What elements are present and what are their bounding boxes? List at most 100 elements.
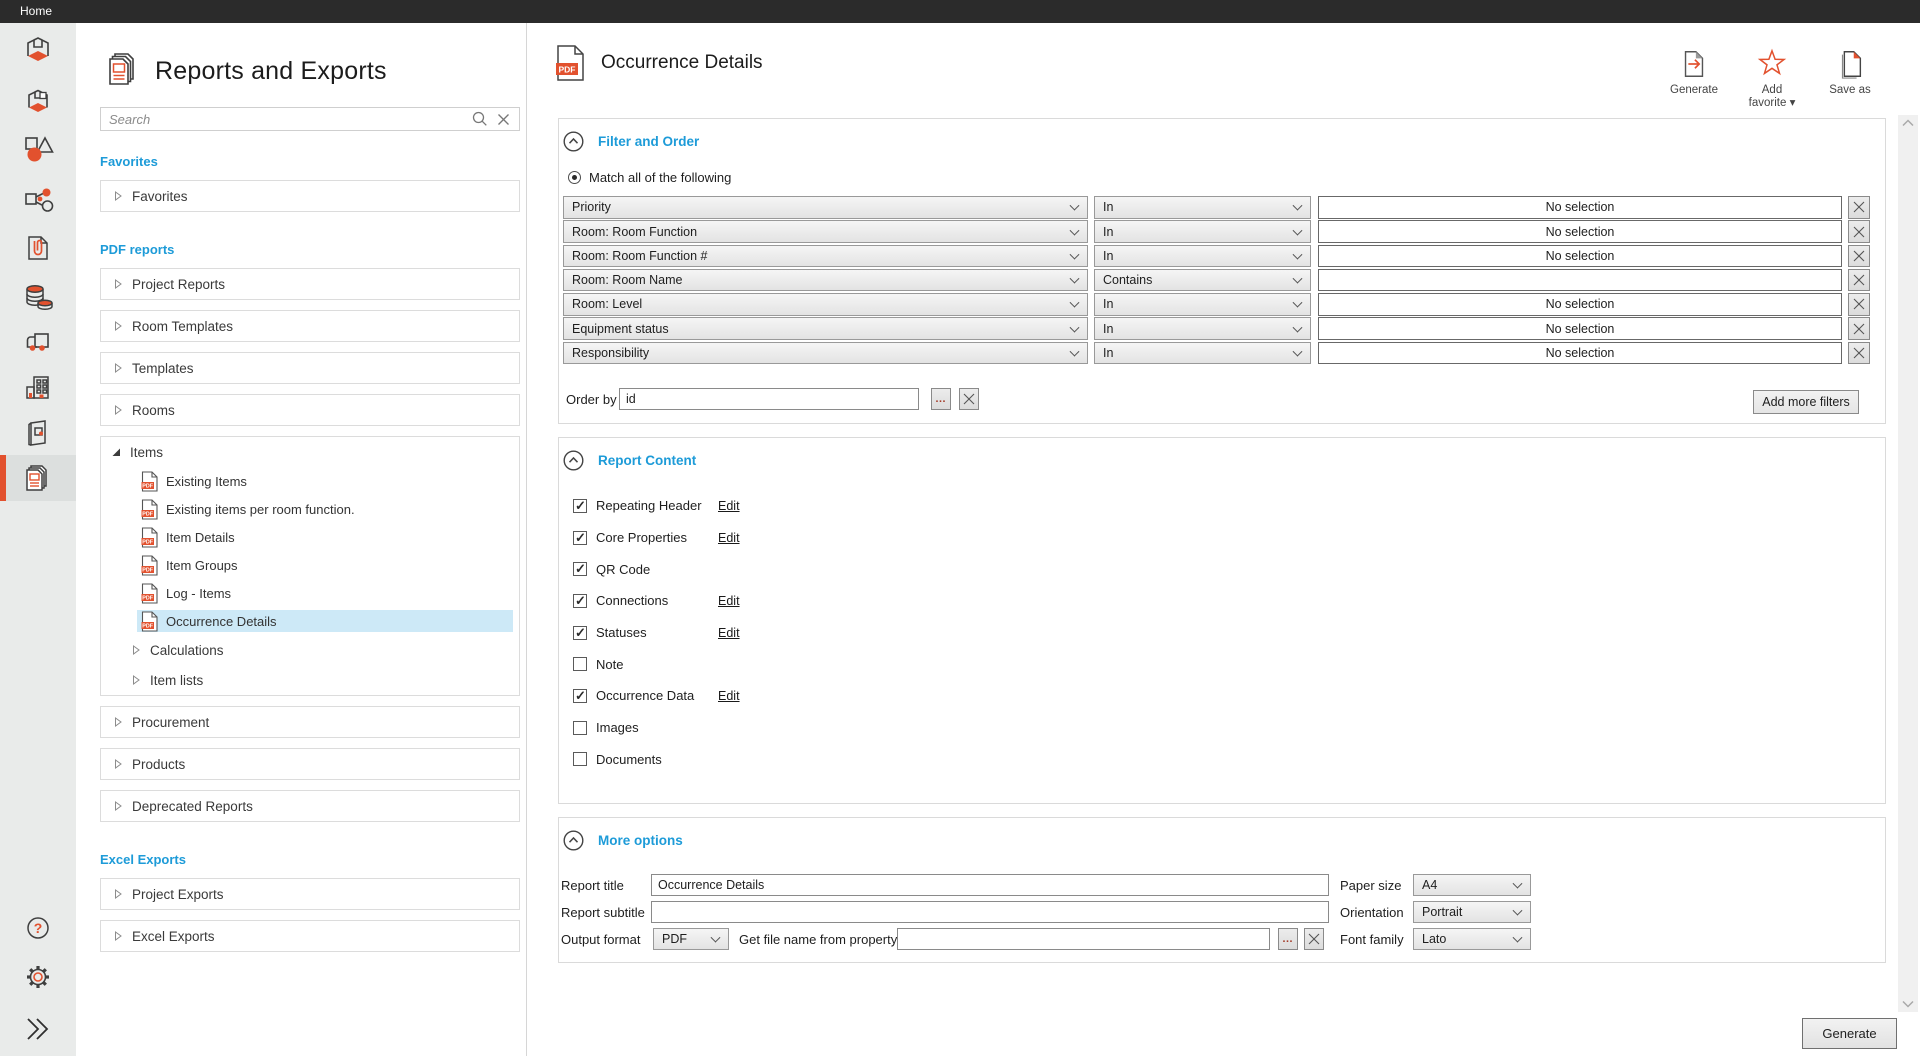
content-checkbox[interactable] <box>573 721 587 735</box>
rail-reports-button[interactable] <box>0 455 76 501</box>
rail-help-button[interactable]: ? <box>0 905 76 951</box>
rail-rooms-alt-button[interactable] <box>0 78 76 124</box>
search-input[interactable] <box>101 112 472 127</box>
filter-operator-dropdown[interactable]: In <box>1094 293 1311 316</box>
rail-buildings-button[interactable] <box>0 365 76 411</box>
content-checkbox[interactable] <box>573 531 587 545</box>
file-name-input[interactable] <box>897 928 1270 950</box>
order-by-browse-button[interactable]: … <box>931 388 951 410</box>
rail-connections-button[interactable] <box>0 177 76 223</box>
scroll-down-icon[interactable] <box>1902 1000 1914 1008</box>
generate-button[interactable]: Generate <box>1666 48 1722 110</box>
filter-operator-dropdown[interactable]: In <box>1094 196 1311 219</box>
remove-filter-button[interactable] <box>1848 293 1870 316</box>
remove-filter-button[interactable] <box>1848 245 1870 268</box>
paper-size-dropdown[interactable]: A4 <box>1413 874 1531 896</box>
filter-operator-dropdown[interactable]: In <box>1094 342 1311 365</box>
report-group[interactable]: Rooms <box>101 395 519 425</box>
scroll-up-icon[interactable] <box>1902 119 1914 127</box>
report-item[interactable]: PDF Existing items per room function. <box>101 495 519 523</box>
report-group[interactable]: Project Exports <box>101 879 519 909</box>
rail-products-button[interactable] <box>0 410 76 456</box>
remove-filter-button[interactable] <box>1848 269 1870 292</box>
home-tab[interactable]: Home <box>20 0 52 23</box>
save-as-button[interactable]: Save as <box>1822 48 1878 110</box>
remove-filter-button[interactable] <box>1848 196 1870 219</box>
collapse-options-button[interactable] <box>563 830 584 851</box>
filter-field-dropdown[interactable]: Responsibility <box>563 342 1088 365</box>
content-checkbox[interactable] <box>573 499 587 513</box>
filter-field-dropdown[interactable]: Priority <box>563 196 1088 219</box>
generate-bottom-button[interactable]: Generate <box>1802 1018 1897 1049</box>
filter-value-field[interactable]: No selection <box>1318 196 1842 219</box>
report-item[interactable]: PDF Log - Items <box>101 579 519 607</box>
report-group[interactable]: Procurement <box>101 707 519 737</box>
filter-field-dropdown[interactable]: Room: Room Function # <box>563 245 1088 268</box>
file-name-browse-button[interactable]: … <box>1278 928 1298 950</box>
report-group[interactable]: Products <box>101 749 519 779</box>
content-checkbox[interactable] <box>573 689 587 703</box>
filter-operator-dropdown[interactable]: In <box>1094 245 1311 268</box>
filter-operator-dropdown[interactable]: In <box>1094 317 1311 340</box>
report-subgroup[interactable]: Item lists <box>101 665 519 695</box>
font-family-dropdown[interactable]: Lato <box>1413 928 1531 950</box>
content-checkbox[interactable] <box>573 752 587 766</box>
rail-rooms-button[interactable] <box>0 27 76 73</box>
filter-value-field[interactable]: No selection <box>1318 342 1842 365</box>
remove-filter-button[interactable] <box>1848 317 1870 340</box>
group-favorites[interactable]: Favorites <box>101 181 519 211</box>
rail-logistics-button[interactable] <box>0 320 76 366</box>
report-title-input[interactable] <box>651 874 1329 896</box>
filter-field-dropdown[interactable]: Room: Level <box>563 293 1088 316</box>
orientation-dropdown[interactable]: Portrait <box>1413 901 1531 923</box>
report-item[interactable]: PDF Item Details <box>101 523 519 551</box>
report-subgroup[interactable]: Calculations <box>101 635 519 665</box>
report-item[interactable]: PDF Item Groups <box>101 551 519 579</box>
report-group[interactable]: Excel Exports <box>101 921 519 951</box>
report-item[interactable]: PDF Existing Items <box>101 467 519 495</box>
filter-field-dropdown[interactable]: Room: Room Function <box>563 220 1088 243</box>
rail-data-button[interactable] <box>0 274 76 320</box>
content-checkbox[interactable] <box>573 626 587 640</box>
report-group[interactable]: Templates <box>101 353 519 383</box>
report-group[interactable]: Project Reports <box>101 269 519 299</box>
match-all-radio-row[interactable]: Match all of the following <box>568 168 731 186</box>
rail-collapse-button[interactable] <box>0 1006 76 1052</box>
filter-value-field[interactable]: No selection <box>1318 220 1842 243</box>
collapse-content-button[interactable] <box>563 450 584 471</box>
rail-attachments-button[interactable] <box>0 225 76 271</box>
remove-filter-button[interactable] <box>1848 342 1870 365</box>
order-by-clear-button[interactable] <box>959 388 979 410</box>
file-name-clear-button[interactable] <box>1304 928 1324 950</box>
edit-link[interactable]: Edit <box>718 531 740 545</box>
collapse-filter-button[interactable] <box>563 131 584 152</box>
group-items[interactable]: Items <box>101 437 519 467</box>
filter-operator-dropdown[interactable]: Contains <box>1094 269 1311 292</box>
add-more-filters-button[interactable]: Add more filters <box>1753 390 1859 414</box>
rail-shapes-button[interactable] <box>0 126 76 172</box>
search-icon[interactable] <box>472 111 488 127</box>
report-group[interactable]: Room Templates <box>101 311 519 341</box>
content-checkbox[interactable] <box>573 594 587 608</box>
edit-link[interactable]: Edit <box>718 594 740 608</box>
filter-value-field[interactable]: No selection <box>1318 293 1842 316</box>
filter-operator-dropdown[interactable]: In <box>1094 220 1311 243</box>
vertical-scrollbar[interactable] <box>1898 115 1918 1012</box>
filter-field-dropdown[interactable]: Equipment status <box>563 317 1088 340</box>
order-by-input[interactable] <box>619 388 919 410</box>
edit-link[interactable]: Edit <box>718 499 740 513</box>
content-checkbox[interactable] <box>573 562 587 576</box>
filter-value-field[interactable]: No selection <box>1318 317 1842 340</box>
edit-link[interactable]: Edit <box>718 689 740 703</box>
filter-field-dropdown[interactable]: Room: Room Name <box>563 269 1088 292</box>
report-group[interactable]: Deprecated Reports <box>101 791 519 821</box>
add-favorite-button[interactable]: Addfavorite ▾ <box>1744 48 1800 110</box>
clear-search-icon[interactable] <box>497 113 510 126</box>
output-format-dropdown[interactable]: PDF <box>653 928 729 950</box>
report-item[interactable]: PDF Occurrence Details <box>101 607 519 635</box>
filter-value-field[interactable]: No selection <box>1318 245 1842 268</box>
rail-settings-button[interactable] <box>0 954 76 1000</box>
content-checkbox[interactable] <box>573 657 587 671</box>
edit-link[interactable]: Edit <box>718 626 740 640</box>
radio-selected-icon[interactable] <box>568 171 581 184</box>
